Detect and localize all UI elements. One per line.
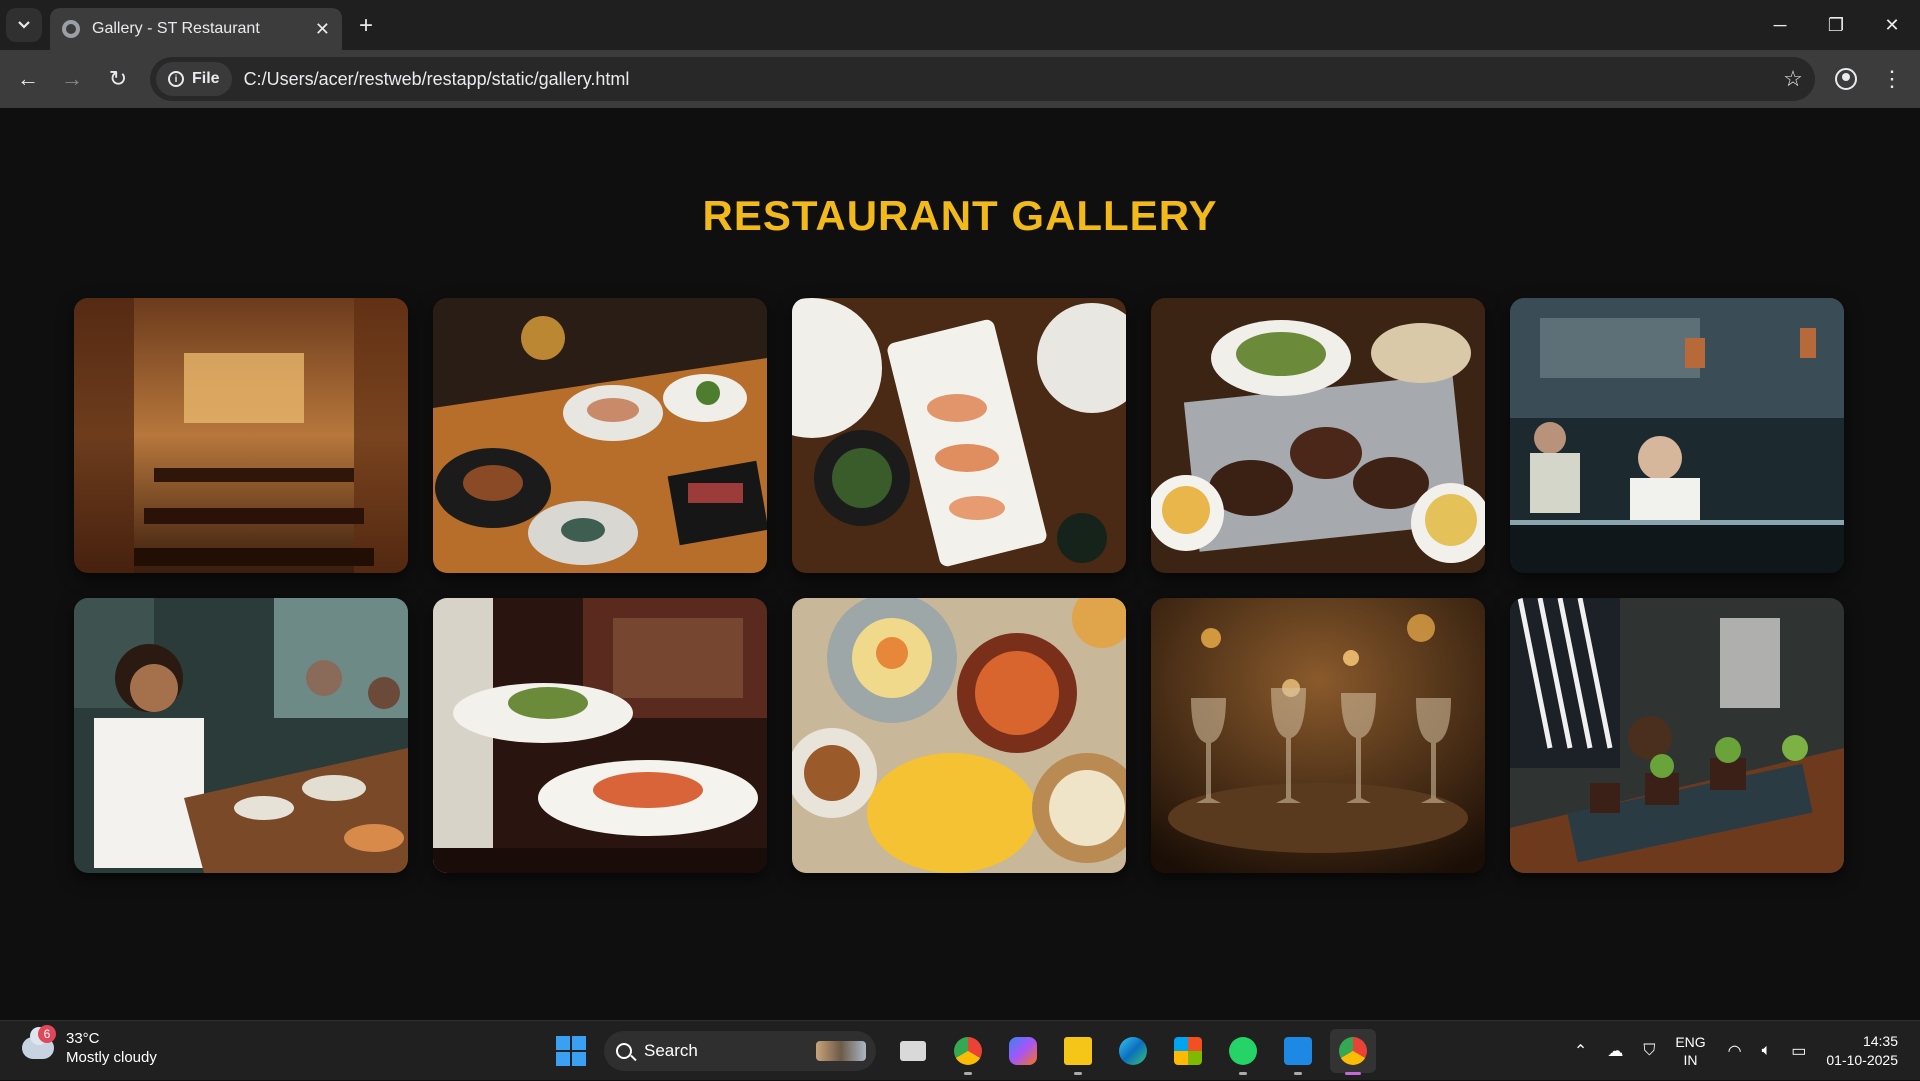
chrome-active-app[interactable] bbox=[1330, 1029, 1376, 1075]
window-controls: ─ ❐ ✕ bbox=[1752, 0, 1920, 50]
page-title: RESTAURANT GALLERY bbox=[702, 192, 1218, 239]
chevron-down-icon bbox=[18, 21, 30, 29]
search-highlight-image bbox=[816, 1041, 866, 1061]
taskbar-search[interactable]: Search bbox=[604, 1031, 876, 1071]
search-icon bbox=[616, 1043, 632, 1059]
photo-restaurant-interior bbox=[74, 298, 408, 573]
start-logo-piece bbox=[556, 1052, 570, 1066]
photo-diners-eating bbox=[74, 598, 408, 873]
store-icon bbox=[1174, 1037, 1202, 1065]
chrome-icon bbox=[1339, 1037, 1367, 1065]
browser-tab[interactable]: Gallery - ST Restaurant ✕ bbox=[50, 8, 342, 50]
profile-icon bbox=[1835, 68, 1857, 90]
photo-grid bbox=[74, 298, 1846, 873]
running-indicator bbox=[1074, 1072, 1082, 1075]
pinned-apps bbox=[890, 1029, 1385, 1075]
search-label: Search bbox=[644, 1041, 698, 1060]
restore-button[interactable]: ❐ bbox=[1808, 0, 1864, 50]
copilot-app[interactable] bbox=[1000, 1029, 1046, 1073]
address-bar[interactable]: i File C:/Users/acer/restweb/restapp/sta… bbox=[150, 57, 1815, 101]
time: 14:35 bbox=[1862, 1033, 1898, 1049]
tab-title: Gallery - ST Restaurant bbox=[92, 20, 260, 37]
whatsapp-app[interactable] bbox=[1220, 1029, 1266, 1075]
edge-icon bbox=[1119, 1037, 1147, 1065]
photo-steak-board bbox=[1151, 298, 1485, 573]
region-code: IN bbox=[1683, 1052, 1698, 1068]
close-window-button[interactable]: ✕ bbox=[1864, 0, 1920, 50]
site-info-chip[interactable]: i File bbox=[156, 62, 232, 96]
active-indicator bbox=[1345, 1072, 1361, 1075]
profile-button[interactable] bbox=[1828, 62, 1864, 96]
date: 01-10-2025 bbox=[1826, 1052, 1898, 1068]
language-code: ENG bbox=[1675, 1034, 1706, 1050]
gallery-page: RESTAURANT GALLERY bbox=[0, 108, 1920, 1020]
globe-icon bbox=[62, 20, 80, 38]
site-info-label: File bbox=[192, 70, 220, 87]
photo-chef-plating bbox=[1510, 598, 1844, 873]
new-tab-button[interactable]: + bbox=[352, 12, 380, 40]
tab-search-button[interactable] bbox=[6, 8, 42, 42]
temperature: 33°C bbox=[66, 1030, 100, 1047]
copilot-icon bbox=[1009, 1037, 1037, 1065]
tab-close-icon[interactable]: ✕ bbox=[315, 19, 330, 40]
chrome-icon bbox=[954, 1037, 982, 1065]
minimize-button[interactable]: ─ bbox=[1752, 0, 1808, 50]
tab-bar: Gallery - ST Restaurant ✕ + ─ ❐ ✕ bbox=[0, 0, 1920, 50]
microsoft-store-app[interactable] bbox=[1165, 1029, 1211, 1073]
volume-icon[interactable]: 🔈︎ bbox=[1762, 1042, 1772, 1060]
edge-app[interactable] bbox=[1110, 1029, 1156, 1073]
clock[interactable]: 14:35 01-10-2025 bbox=[1826, 1032, 1898, 1070]
photo-open-kitchen bbox=[1510, 298, 1844, 573]
weather-text: 33°C Mostly cloudy bbox=[66, 1029, 157, 1067]
running-indicator bbox=[1239, 1072, 1247, 1075]
battery-icon[interactable]: ▭ bbox=[1791, 1041, 1806, 1061]
weather-condition: Mostly cloudy bbox=[66, 1049, 157, 1066]
windows-logo-icon bbox=[556, 1036, 570, 1050]
browser-menu-button[interactable]: ⋮ bbox=[1874, 62, 1910, 96]
running-indicator bbox=[1294, 1072, 1302, 1075]
notification-badge: 6 bbox=[38, 1025, 56, 1043]
vscode-app[interactable] bbox=[1275, 1029, 1321, 1075]
photo-plates-served bbox=[433, 598, 767, 873]
browser-toolbar: ← → ↻ i File C:/Users/acer/restweb/resta… bbox=[0, 50, 1920, 108]
forward-button[interactable]: → bbox=[54, 62, 90, 96]
reload-button[interactable]: ↻ bbox=[100, 62, 136, 96]
security-shield-icon[interactable]: ⛉ bbox=[1643, 1042, 1655, 1060]
vscode-icon bbox=[1284, 1037, 1312, 1065]
photo-wine-glasses bbox=[1151, 598, 1485, 873]
bookmark-star-icon[interactable]: ☆ bbox=[1771, 66, 1815, 92]
photo-table-spread bbox=[433, 298, 767, 573]
chrome-app[interactable] bbox=[945, 1029, 991, 1075]
weather-widget[interactable]: 6 33°C Mostly cloudy bbox=[22, 1025, 157, 1067]
windows-taskbar: 6 33°C Mostly cloudy Search ⌃ ☁ ⛉ ENG IN… bbox=[0, 1020, 1920, 1080]
running-indicator bbox=[964, 1072, 972, 1075]
folder-icon bbox=[1064, 1037, 1092, 1065]
file-explorer-app[interactable] bbox=[1055, 1029, 1101, 1075]
onedrive-icon[interactable]: ☁ bbox=[1607, 1041, 1623, 1061]
task-view-button[interactable] bbox=[890, 1029, 936, 1073]
back-button[interactable]: ← bbox=[10, 62, 46, 96]
wifi-icon[interactable]: ◠ bbox=[1728, 1041, 1742, 1061]
system-tray: ⌃ ☁ ⛉ ENG IN ◠ 🔈︎ ▭ 14:35 01-10-2025 bbox=[1574, 1021, 1920, 1081]
photo-indian-feast bbox=[792, 598, 1126, 873]
tray-chevron-icon[interactable]: ⌃ bbox=[1574, 1041, 1587, 1061]
photo-shrimp-platter bbox=[792, 298, 1126, 573]
url-text[interactable]: C:/Users/acer/restweb/restapp/static/gal… bbox=[244, 69, 1771, 90]
start-logo-piece bbox=[572, 1036, 586, 1050]
task-view-icon bbox=[900, 1041, 926, 1061]
start-logo-piece bbox=[572, 1052, 586, 1066]
start-button[interactable] bbox=[556, 1036, 586, 1066]
language-indicator[interactable]: ENG IN bbox=[1675, 1033, 1705, 1069]
info-icon: i bbox=[168, 71, 184, 87]
whatsapp-icon bbox=[1229, 1037, 1257, 1065]
